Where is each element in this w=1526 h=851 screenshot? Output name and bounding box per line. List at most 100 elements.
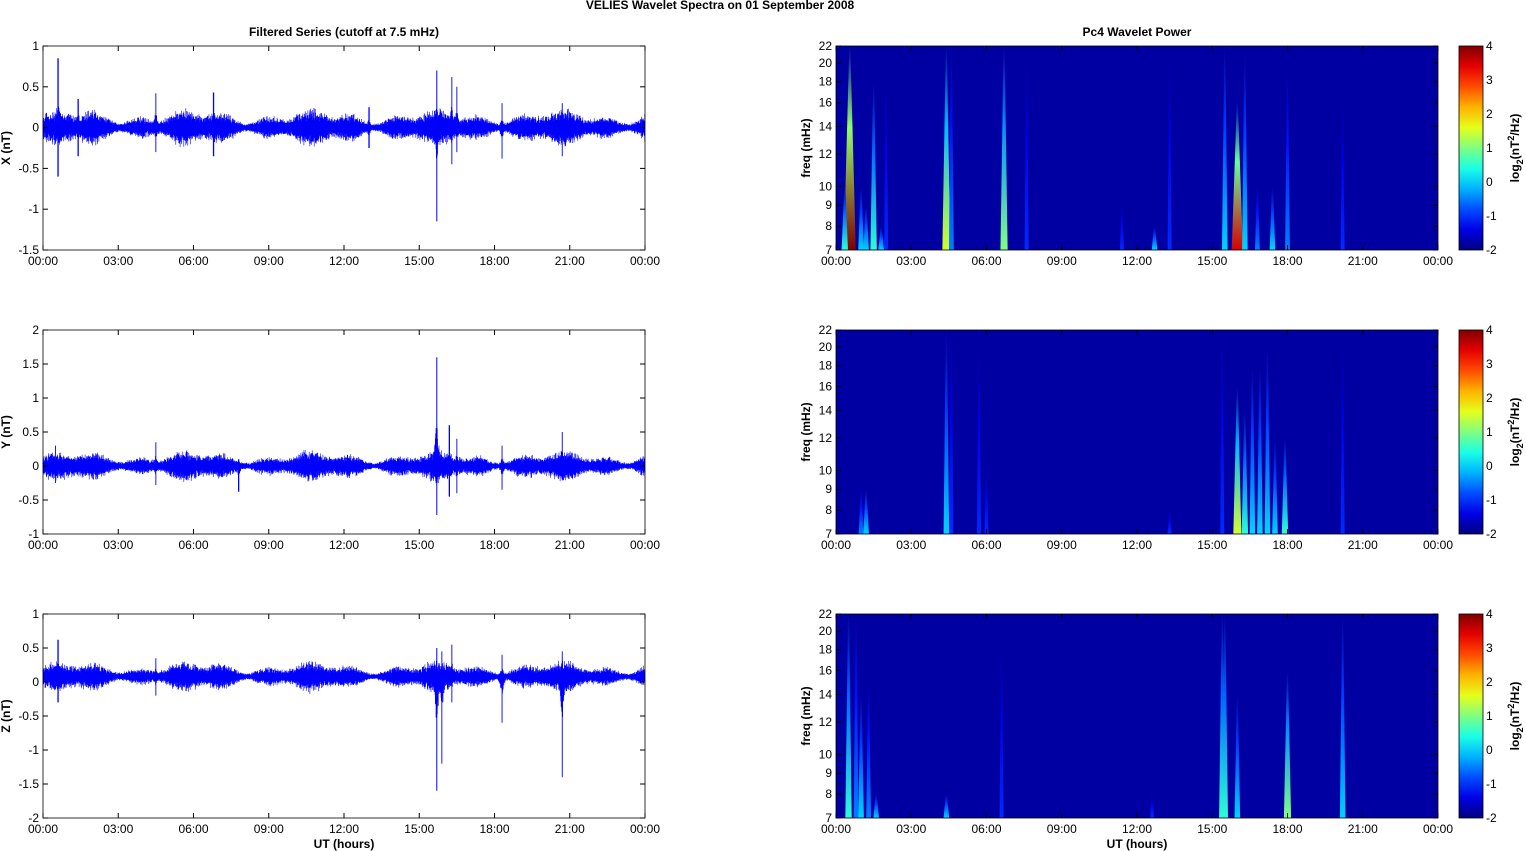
panel-left-1: Filtered Series (cutoff at 7.5 mHz)-1.5-…: [0, 25, 660, 268]
x-tick-label: 00:00: [28, 822, 58, 836]
x-tick-label: 00:00: [1423, 254, 1453, 268]
figure-title: VELIES Wavelet Spectra on 01 September 2…: [586, 0, 855, 12]
y-axis-label: freq (mHz): [799, 402, 813, 461]
x-tick-label: 09:00: [1047, 538, 1077, 552]
colorbar-tick-label: 3: [1486, 357, 1493, 371]
x-tick-label: 18:00: [1272, 538, 1302, 552]
x-tick-label: 15:00: [1197, 538, 1227, 552]
colorbar: [1458, 613, 1484, 819]
x-tick-label: 00:00: [821, 538, 851, 552]
y-tick-label: 20: [819, 340, 833, 354]
colorbar-tick-label: -2: [1486, 243, 1497, 257]
colorbar-tick-label: -1: [1486, 777, 1497, 791]
x-tick-label: 18:00: [479, 254, 509, 268]
wavelet-figure: VELIES Wavelet Spectra on 01 September 2…: [0, 0, 1525, 851]
x-tick-label: 21:00: [555, 538, 585, 552]
x-tick-label: 12:00: [329, 538, 359, 552]
x-tick-label: 21:00: [1348, 254, 1378, 268]
y-tick-label: 22: [819, 39, 833, 53]
y-tick-label: 2: [32, 323, 39, 337]
x-tick-label: 00:00: [630, 254, 660, 268]
x-tick-label: 12:00: [329, 822, 359, 836]
y-tick-label: 1.5: [22, 357, 39, 371]
colorbar-tick-label: 0: [1486, 459, 1493, 473]
x-tick-label: 21:00: [555, 822, 585, 836]
colorbar-tick-label: 4: [1486, 39, 1493, 53]
colorbar-label-unit-close: /Hz): [1508, 114, 1522, 136]
colorbar-tick-label: -2: [1486, 811, 1497, 825]
y-tick-label: 22: [819, 607, 833, 621]
colorbar-tick-label: 4: [1486, 607, 1493, 621]
colorbar: [1458, 329, 1484, 535]
y-axis-label: X (nT): [0, 131, 13, 165]
colorbar-label-unit-close: /Hz): [1508, 682, 1522, 704]
x-tick-label: 12:00: [1122, 538, 1152, 552]
colorbar-tick-label: 2: [1486, 675, 1493, 689]
colorbar-tick-label: 2: [1486, 107, 1493, 121]
x-tick-label: 03:00: [896, 538, 926, 552]
y-tick-label: -0.5: [18, 709, 39, 723]
y-tick-label: -1: [28, 743, 39, 757]
x-tick-label: 00:00: [1423, 822, 1453, 836]
y-tick-label: 14: [819, 404, 833, 418]
y-axis-label: Z (nT): [0, 699, 13, 732]
y-tick-label: 0.5: [22, 80, 39, 94]
colorbar-label-unit-close: /Hz): [1508, 398, 1522, 420]
y-tick-label: 1: [32, 391, 39, 405]
y-tick-label: 14: [819, 688, 833, 702]
x-tick-label: 12:00: [1122, 822, 1152, 836]
colorbar-label: log2(nT2/Hz): [1506, 682, 1525, 751]
colorbar-label-base: log: [1508, 164, 1522, 182]
y-tick-label: -1: [28, 202, 39, 216]
y-tick-label: 20: [819, 624, 833, 638]
x-tick-label: 15:00: [404, 822, 434, 836]
y-axis-label: freq (mHz): [799, 686, 813, 745]
y-tick-label: 10: [819, 463, 833, 477]
plot-area: [43, 614, 645, 818]
y-tick-label: 9: [825, 482, 832, 496]
y-tick-label: 18: [819, 643, 833, 657]
x-tick-label: 15:00: [404, 538, 434, 552]
y-tick-label: 1: [32, 39, 39, 53]
x-tick-label: 06:00: [178, 254, 208, 268]
y-tick-label: 12: [819, 715, 833, 729]
x-tick-label: 09:00: [254, 538, 284, 552]
y-tick-label: -0.5: [18, 493, 39, 507]
x-tick-label: 18:00: [479, 822, 509, 836]
x-tick-label: 06:00: [178, 822, 208, 836]
plot-area: [43, 46, 645, 250]
y-tick-label: 8: [825, 219, 832, 233]
y-tick-label: -1.5: [18, 777, 39, 791]
colorbar-label-base: log: [1508, 732, 1522, 750]
y-tick-label: 0: [32, 675, 39, 689]
panel-title: Pc4 Wavelet Power: [1083, 25, 1192, 39]
colorbar-tick-label: 4: [1486, 323, 1493, 337]
y-tick-label: 12: [819, 147, 833, 161]
y-tick-label: 12: [819, 431, 833, 445]
x-tick-label: 00:00: [28, 538, 58, 552]
panel-right-3: -2-101234log2(nT2/Hz)78910121416182022fr…: [799, 607, 1525, 851]
colorbar-tick-label: -1: [1486, 209, 1497, 223]
y-tick-label: 16: [819, 380, 833, 394]
y-tick-label: 18: [819, 75, 833, 89]
colorbar: [1458, 45, 1484, 251]
plot-area: [43, 330, 645, 534]
colorbar-tick-label: 0: [1486, 175, 1493, 189]
x-tick-label: 18:00: [1272, 254, 1302, 268]
y-tick-label: 10: [819, 179, 833, 193]
x-tick-label: 15:00: [404, 254, 434, 268]
x-tick-label: 09:00: [254, 254, 284, 268]
x-tick-label: 00:00: [630, 822, 660, 836]
x-tick-label: 03:00: [103, 538, 133, 552]
y-tick-label: 20: [819, 56, 833, 70]
y-tick-label: 8: [825, 503, 832, 517]
colorbar-label-unit: (nT: [1508, 424, 1522, 443]
x-tick-label: 06:00: [971, 822, 1001, 836]
colorbar-label: log2(nT2/Hz): [1506, 114, 1525, 183]
x-tick-label: 00:00: [821, 822, 851, 836]
spectrogram-background: [836, 614, 1438, 818]
colorbar-tick-label: 3: [1486, 641, 1493, 655]
panel-left-3: -2-1.5-1-0.500.51Z (nT)00:00 03:00 06:00 09…: [0, 607, 660, 851]
x-axis-label: UT (hours): [314, 837, 375, 851]
x-tick-label: 12:00: [329, 254, 359, 268]
